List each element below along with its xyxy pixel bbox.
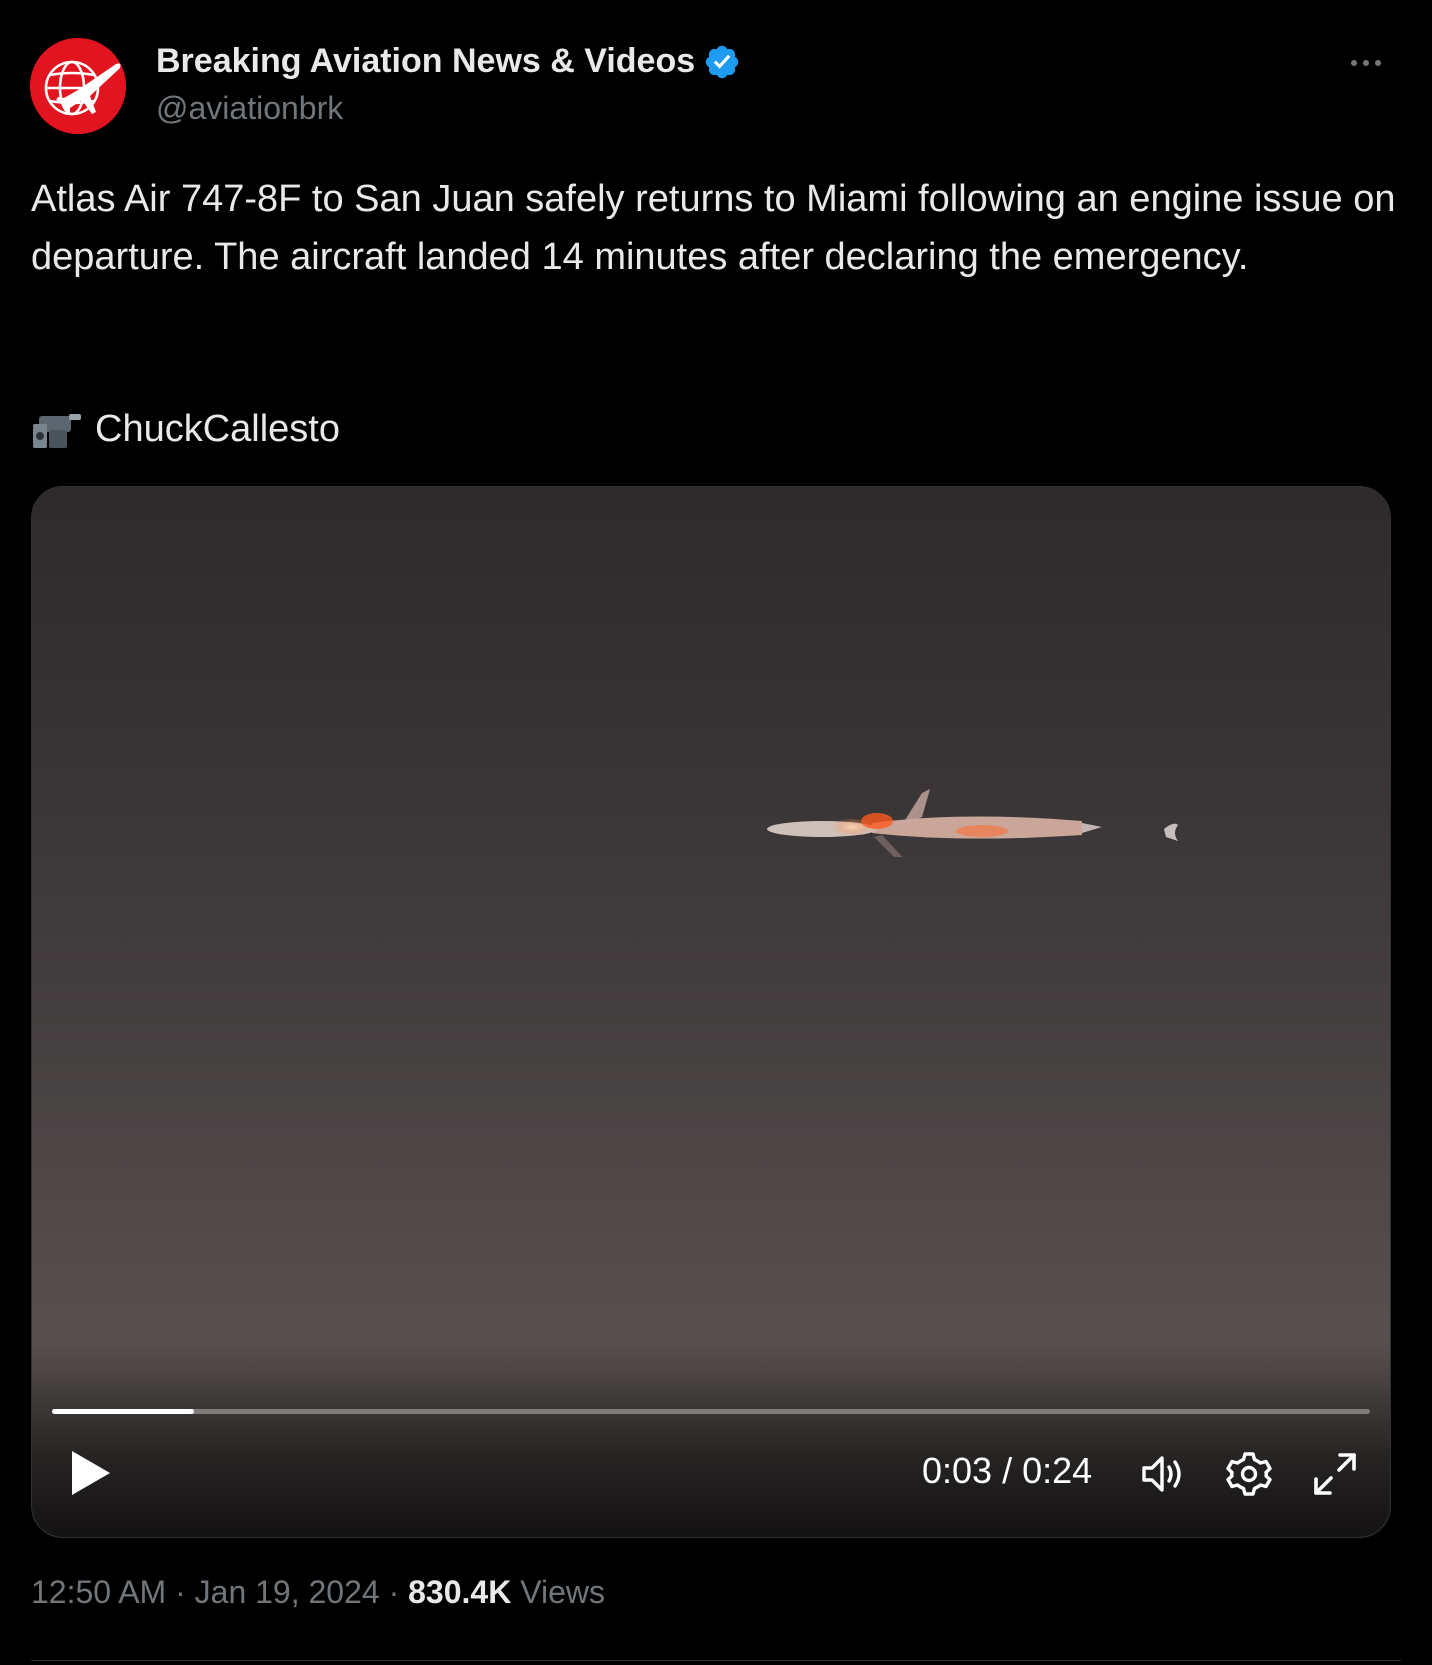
- views-count[interactable]: 830.4K: [408, 1574, 511, 1610]
- video-player[interactable]: 0:03 / 0:24: [31, 486, 1391, 1538]
- verified-badge-icon: [703, 43, 741, 81]
- more-horizontal-icon: [1351, 60, 1357, 66]
- video-camera-icon: [31, 406, 83, 452]
- video-progress-bar[interactable]: [52, 1409, 1370, 1414]
- gear-icon: [1226, 1452, 1272, 1496]
- video-duration: 0:24: [1022, 1450, 1093, 1491]
- more-dot: [1363, 60, 1369, 66]
- tweet-card: Breaking Aviation News & Videos @aviatio…: [0, 0, 1432, 1665]
- globe-airplane-logo-icon: [30, 38, 126, 134]
- author-handle[interactable]: @aviationbrk: [156, 90, 343, 127]
- tweet-text: Atlas Air 747-8F to San Juan safely retu…: [31, 178, 1407, 278]
- meta-dot: ·: [166, 1574, 195, 1610]
- fullscreen-expand-icon: [1314, 1453, 1356, 1495]
- author-name-text[interactable]: Breaking Aviation News & Videos: [156, 42, 695, 81]
- volume-icon: [1142, 1456, 1181, 1492]
- video-time: 0:03 / 0:24: [922, 1450, 1092, 1492]
- fullscreen-button[interactable]: [1310, 1449, 1360, 1499]
- views-label: Views: [511, 1574, 605, 1610]
- meta-dot: ·: [379, 1574, 409, 1610]
- burning-aircraft-image: [767, 789, 1178, 857]
- play-button[interactable]: [62, 1445, 118, 1501]
- controls-gradient: [32, 1337, 1390, 1537]
- tweet-time[interactable]: 12:50 AM: [31, 1574, 166, 1610]
- settings-button[interactable]: [1224, 1449, 1274, 1499]
- video-current-time: 0:03: [922, 1450, 993, 1491]
- credit-name[interactable]: ChuckCallesto: [95, 400, 340, 458]
- time-separator: /: [992, 1450, 1023, 1491]
- video-progress-fill: [52, 1409, 195, 1414]
- tweet-meta: 12:50 AM · Jan 19, 2024 · 830.4K Views: [31, 1574, 605, 1611]
- more-options-button[interactable]: [1336, 46, 1396, 80]
- avatar[interactable]: [30, 38, 126, 134]
- divider: [31, 1660, 1401, 1661]
- tweet-date[interactable]: Jan 19, 2024: [195, 1574, 380, 1610]
- video-credit: ChuckCallesto: [31, 400, 340, 458]
- play-icon: [72, 1451, 110, 1495]
- author-name[interactable]: Breaking Aviation News & Videos: [156, 42, 741, 81]
- more-dot: [1375, 60, 1381, 66]
- volume-button[interactable]: [1138, 1449, 1188, 1499]
